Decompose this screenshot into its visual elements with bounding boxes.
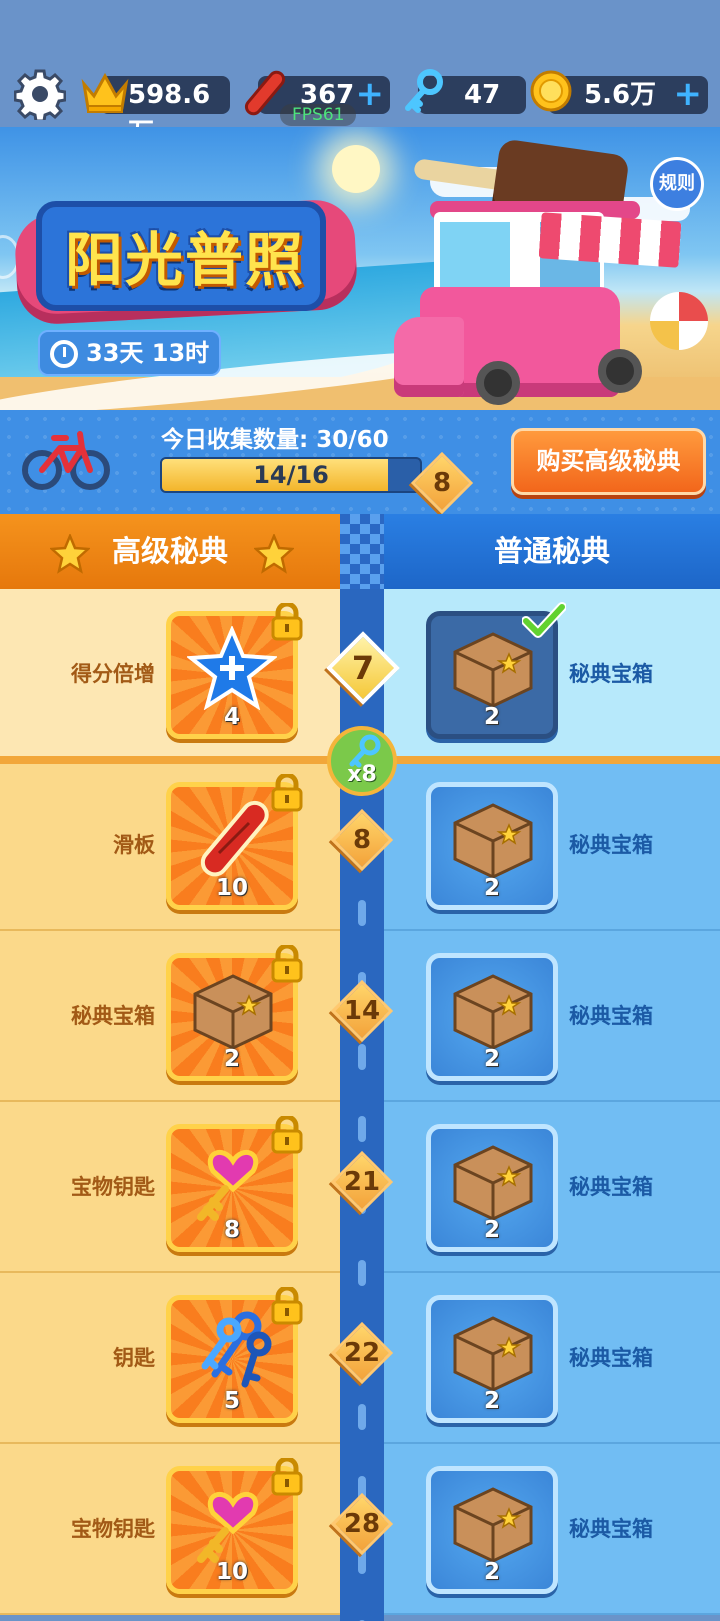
normal-reward-qty: 2 [483, 1217, 500, 1243]
normal-reward-tile[interactable]: 2 [426, 953, 558, 1081]
truck-cab [394, 317, 464, 397]
normal-reward-label: 秘典宝箱 [569, 1004, 653, 1028]
daily-collect-status: 今日收集数量: 30/60 [161, 420, 389, 454]
event-timer: 33天 13时 [38, 330, 221, 376]
premium-reward-qty: 8 [223, 1217, 240, 1243]
event-banner: 阳光普照 33天 13时 规则 [0, 127, 720, 410]
beach-ball-decoration [650, 292, 708, 350]
normal-reward-label: 秘典宝箱 [569, 662, 653, 686]
level-number: 8 [352, 825, 372, 855]
lock-icon [270, 774, 304, 812]
normal-reward-qty: 2 [483, 704, 500, 730]
coin-pill: 5.6万 + [548, 76, 708, 114]
track-header-pattern [340, 514, 384, 589]
star-icon [254, 534, 294, 574]
fps-counter: FPS61 [280, 104, 357, 126]
normal-reward-qty: 2 [483, 1388, 500, 1414]
lock-icon [270, 1287, 304, 1325]
reward-row: 秘典宝箱 2 14 2 秘典宝箱 [0, 931, 720, 1102]
normal-pass-header: 普通秘典 [384, 514, 720, 589]
star-icon [50, 534, 90, 574]
coin-value: 5.6万 [584, 80, 657, 110]
premium-reward-label: 宝物钥匙 [71, 1175, 155, 1199]
premium-reward-qty: 4 [223, 704, 240, 730]
rules-button[interactable]: 规则 [650, 157, 704, 211]
truck-wheel [598, 349, 642, 393]
daily-collect-label: 今日收集数量: [161, 427, 309, 453]
level-number: 7 [351, 649, 375, 687]
add-skateboard-button[interactable]: + [356, 76, 385, 112]
level-number: 28 [343, 1509, 381, 1539]
claimed-check-icon [522, 601, 566, 639]
reward-row: 钥匙 5 22 2 秘典宝箱 [0, 1273, 720, 1444]
level-number: 21 [343, 1167, 381, 1197]
coin-icon [530, 70, 572, 112]
level-number: 14 [343, 996, 381, 1026]
key-milestone-badge: x8 [327, 726, 397, 796]
buy-premium-pass-button[interactable]: 购买高级秘典 [511, 428, 706, 495]
normal-reward-tile[interactable]: 2 [426, 1124, 558, 1252]
current-level-badge: 8 [410, 451, 474, 515]
normal-reward-label: 秘典宝箱 [569, 1175, 653, 1199]
normal-reward-qty: 2 [483, 1046, 500, 1072]
blue-key-icon [405, 69, 443, 113]
normal-reward-tile[interactable]: 2 [426, 782, 558, 910]
normal-reward-qty: 2 [483, 1559, 500, 1585]
level-marker: 7 [326, 631, 400, 705]
bicycle-icon [22, 431, 110, 490]
normal-reward-qty: 2 [483, 875, 500, 901]
lock-icon [270, 945, 304, 983]
stopwatch-icon [50, 340, 78, 368]
truck-awning [538, 212, 682, 268]
reward-row: 宝物钥匙 10 28 2 秘典宝箱 [0, 1444, 720, 1615]
level-progress-bar: 14/16 [160, 457, 422, 493]
premium-reward-qty: 10 [215, 1559, 248, 1585]
settings-gear-icon[interactable] [14, 68, 66, 120]
lock-icon [270, 1458, 304, 1496]
normal-reward-tile[interactable]: 2 [426, 1295, 558, 1423]
lock-icon [270, 1116, 304, 1154]
current-level-number: 8 [432, 468, 452, 498]
normal-reward-label: 秘典宝箱 [569, 1517, 653, 1541]
premium-reward-label: 得分倍增 [71, 662, 155, 686]
level-number: 22 [343, 1338, 381, 1368]
premium-reward-qty: 2 [223, 1046, 240, 1072]
daily-collect-count: 30/60 [316, 427, 389, 453]
add-coin-button[interactable]: + [674, 76, 703, 112]
level-marker: 21 [330, 1150, 394, 1214]
normal-reward-label: 秘典宝箱 [569, 1346, 653, 1370]
premium-reward-label: 滑板 [113, 833, 155, 857]
normal-reward-label: 秘典宝箱 [569, 833, 653, 857]
truck-window [440, 222, 510, 292]
lock-icon [270, 603, 304, 641]
normal-reward-tile[interactable]: 2 [426, 1466, 558, 1594]
level-marker: 22 [330, 1321, 394, 1385]
key-milestone-count: x8 [347, 762, 377, 787]
event-title: 阳光普照 [64, 226, 305, 294]
premium-reward-qty: 10 [215, 875, 248, 901]
reward-row: 宝物钥匙 8 21 2 秘典宝箱 [0, 1102, 720, 1273]
premium-reward-label: 钥匙 [113, 1346, 155, 1370]
level-marker: 8 [330, 808, 394, 872]
key-value: 47 [464, 80, 501, 110]
crown-icon [81, 72, 129, 113]
truck-wheel [476, 361, 520, 405]
premium-reward-qty: 5 [223, 1388, 240, 1414]
level-marker: 14 [330, 979, 394, 1043]
level-marker: 28 [330, 1492, 394, 1556]
sun-decoration [332, 145, 380, 193]
event-timer-text: 33天 13时 [86, 339, 210, 367]
premium-reward-label: 宝物钥匙 [71, 1517, 155, 1541]
premium-reward-label: 秘典宝箱 [71, 1004, 155, 1028]
level-progress-text: 14/16 [253, 461, 329, 489]
